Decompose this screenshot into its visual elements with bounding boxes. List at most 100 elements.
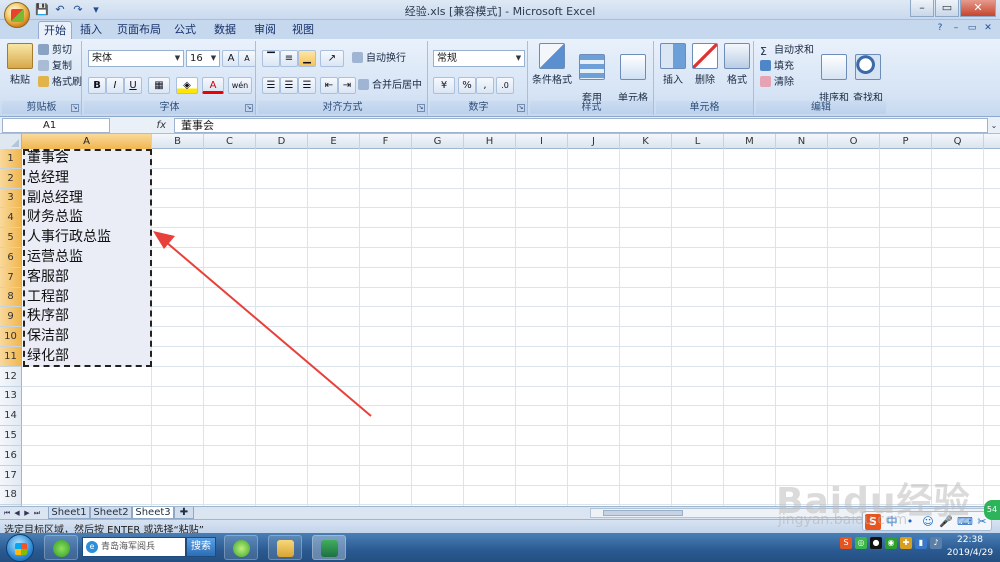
qq-tray-icon[interactable]: ● [870, 537, 882, 549]
cell-a1[interactable]: 董事会 [23, 149, 151, 169]
help-icon[interactable]: ? [934, 22, 946, 34]
side-notification-badge[interactable]: 54 [984, 500, 1000, 520]
font-launcher-icon[interactable]: ↘ [245, 104, 253, 112]
shrink-font-button[interactable]: A [238, 50, 256, 67]
last-sheet-icon[interactable]: ⏭ [32, 507, 42, 519]
format-cells-button[interactable]: 格式 [722, 43, 752, 86]
row-header[interactable]: 7 [0, 267, 22, 288]
sheet-tab-2[interactable]: Sheet2 [90, 507, 132, 519]
row-header[interactable]: 11 [0, 347, 22, 367]
row-header[interactable]: 8 [0, 287, 22, 308]
increase-indent-button[interactable]: ⇥ [338, 77, 356, 94]
sheet-tab-1[interactable]: Sheet1 [48, 507, 90, 519]
paste-button[interactable]: 粘贴 [6, 43, 34, 86]
format-painter-button[interactable]: 格式刷 [38, 76, 82, 90]
increase-decimal-button[interactable]: .0 [496, 77, 514, 94]
align-left-button[interactable]: ☰ [262, 77, 280, 94]
row-header[interactable]: 13 [0, 386, 22, 407]
sogou-ime-logo[interactable]: S [865, 514, 881, 530]
percent-button[interactable]: % [458, 77, 476, 94]
ime-emoji-icon[interactable]: ☺ [921, 514, 935, 530]
column-header-e[interactable]: E [308, 134, 360, 149]
clear-button[interactable]: 清除 [760, 76, 794, 90]
column-header-g[interactable]: G [412, 134, 464, 149]
taskbar-search-input[interactable]: e 青岛海军阅兵 [82, 537, 186, 557]
ribbon-restore-icon[interactable]: ▭ [966, 22, 978, 34]
insert-sheet-button[interactable]: ✚ [174, 507, 194, 519]
italic-button[interactable]: I [106, 77, 124, 94]
cell-a11[interactable]: 绿化部 [23, 347, 151, 367]
volume-tray-icon[interactable]: ♪ [930, 537, 942, 549]
decrease-indent-button[interactable]: ⇤ [320, 77, 338, 94]
tab-data[interactable]: 数据 [210, 21, 240, 39]
column-header-p[interactable]: P [880, 134, 932, 149]
sogou-tray-icon[interactable]: S [840, 537, 852, 549]
row-header[interactable]: 14 [0, 406, 22, 427]
cell-a10[interactable]: 保洁部 [23, 327, 151, 347]
prev-sheet-icon[interactable]: ◀ [12, 507, 22, 519]
tab-review[interactable]: 审阅 [250, 21, 280, 39]
office-button[interactable] [4, 2, 30, 28]
ribbon-minimize-icon[interactable]: – [950, 22, 962, 34]
cell-a7[interactable]: 客服部 [23, 267, 151, 288]
cell-a3[interactable]: 副总经理 [23, 188, 151, 209]
security-tray-icon[interactable]: ✚ [900, 537, 912, 549]
tab-home[interactable]: 开始 [38, 21, 72, 39]
currency-button[interactable]: ¥ [433, 77, 455, 94]
underline-button[interactable]: U [124, 77, 142, 94]
expand-formula-bar-icon[interactable]: ⌄ [989, 118, 999, 133]
cell-a8[interactable]: 工程部 [23, 287, 151, 308]
insert-cells-button[interactable]: 插入 [658, 43, 688, 86]
taskbar-app-ie[interactable] [224, 535, 258, 560]
copy-button[interactable]: 复制 [38, 60, 72, 74]
next-sheet-icon[interactable]: ▶ [22, 507, 32, 519]
scroll-thumb[interactable] [603, 510, 683, 516]
taskbar-app-excel[interactable] [312, 535, 346, 560]
align-middle-button[interactable]: ≡ [280, 50, 298, 67]
chat-tray-icon[interactable]: ◉ [885, 537, 897, 549]
row-header[interactable]: 18 [0, 485, 22, 506]
tab-page-layout[interactable]: 页面布局 [114, 21, 164, 39]
minimize-button[interactable]: – [910, 0, 934, 17]
align-top-button[interactable]: ▔ [262, 50, 280, 67]
row-header[interactable]: 16 [0, 446, 22, 466]
close-button[interactable]: ✕ [960, 0, 996, 17]
conditional-format-button[interactable]: 条件格式 [532, 43, 572, 86]
alignment-launcher-icon[interactable]: ↘ [417, 104, 425, 112]
align-center-button[interactable]: ☰ [280, 77, 298, 94]
row-header[interactable]: 4 [0, 208, 22, 229]
clock[interactable]: 22:38 2019/4/29 [942, 534, 998, 560]
row-header[interactable]: 17 [0, 465, 22, 486]
delete-cells-button[interactable]: 删除 [690, 43, 720, 86]
column-header-f[interactable]: F [360, 134, 412, 149]
row-header[interactable]: 9 [0, 307, 22, 328]
merge-center-button[interactable]: 合并后居中 [358, 79, 422, 93]
sheet-tab-3[interactable]: Sheet3 [132, 507, 174, 519]
column-header-l[interactable]: L [672, 134, 724, 149]
name-box[interactable]: A1 [2, 118, 110, 133]
column-header-a[interactable]: A [22, 134, 152, 149]
cell-a9[interactable]: 秩序部 [23, 307, 151, 328]
fill-color-button[interactable]: ◈ [176, 77, 198, 94]
ime-mode-chinese[interactable]: 中 [885, 514, 899, 530]
clipboard-launcher-icon[interactable]: ↘ [71, 104, 79, 112]
network-tray-icon[interactable]: ▮ [915, 537, 927, 549]
column-header-o[interactable]: O [828, 134, 880, 149]
maximize-button[interactable]: ▭ [935, 0, 959, 17]
column-header-d[interactable]: D [256, 134, 308, 149]
ime-punctuation-icon[interactable]: • [903, 514, 917, 530]
workbook-close-icon[interactable]: ✕ [982, 22, 994, 34]
ime-keyboard-icon[interactable]: ⌨ [957, 514, 973, 530]
ime-voice-icon[interactable]: 🎤 [939, 514, 953, 530]
font-size-select[interactable]: 16 ▼ [186, 50, 220, 67]
start-button[interactable] [6, 534, 34, 562]
column-header-q[interactable]: Q [932, 134, 984, 149]
align-bottom-button[interactable]: ▁ [298, 50, 316, 67]
orientation-button[interactable]: ↗ [320, 50, 344, 67]
comma-button[interactable]: , [476, 77, 494, 94]
row-header[interactable]: 15 [0, 426, 22, 446]
tab-view[interactable]: 视图 [288, 21, 318, 39]
formula-input[interactable]: 董事会 [174, 118, 988, 133]
number-launcher-icon[interactable]: ↘ [517, 104, 525, 112]
column-header-h[interactable]: H [464, 134, 516, 149]
